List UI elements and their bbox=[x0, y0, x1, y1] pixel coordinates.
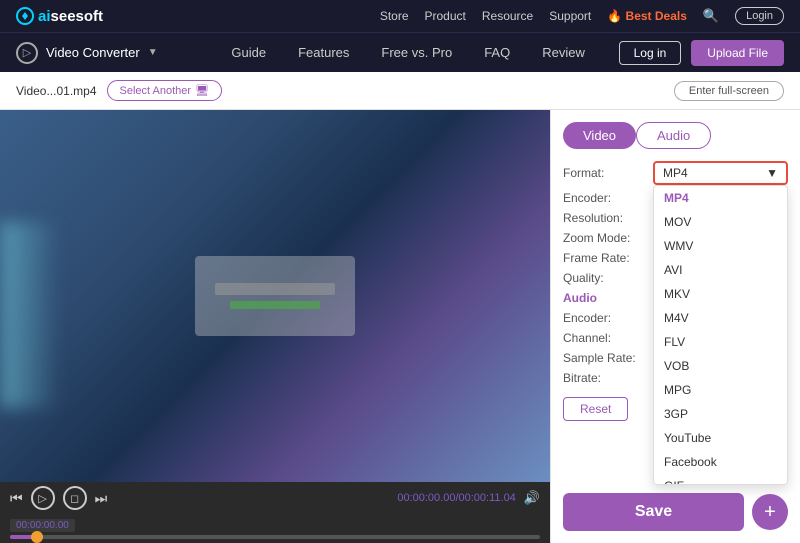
stop-button[interactable]: ◻ bbox=[63, 486, 87, 510]
format-value: MP4 bbox=[663, 166, 688, 180]
dropdown-item-avi[interactable]: AVI bbox=[654, 258, 787, 282]
channel-label: Channel: bbox=[563, 331, 653, 345]
logo-text: aiseesoft bbox=[38, 8, 103, 25]
dropdown-item-gif[interactable]: GIF bbox=[654, 474, 787, 485]
toolbar-row: Video...01.mp4 Select Another 🖥 Enter fu… bbox=[0, 72, 800, 110]
dropdown-arrow-icon: ▼ bbox=[766, 166, 778, 180]
dropdown-item-mov[interactable]: MOV bbox=[654, 210, 787, 234]
nav-store[interactable]: Store bbox=[380, 9, 409, 23]
time-label: 00:00:00.00 bbox=[10, 519, 75, 532]
dropdown-item-mpg[interactable]: MPG bbox=[654, 378, 787, 402]
nav-guide[interactable]: Guide bbox=[231, 45, 266, 60]
top-nav-links: Store Product Resource Support 🔥 Best De… bbox=[380, 7, 784, 25]
dropdown-item-facebook[interactable]: Facebook bbox=[654, 450, 787, 474]
settings-content: Format: MP4 ▼ MP4 MOV WMV AVI MKV M4V F bbox=[563, 161, 788, 493]
app-title: Video Converter bbox=[46, 45, 140, 60]
timeline-bar[interactable] bbox=[10, 535, 540, 539]
select-another-button[interactable]: Select Another 🖥 bbox=[107, 80, 223, 101]
play-button[interactable]: ▷ bbox=[31, 486, 55, 510]
save-row: Save + bbox=[563, 493, 788, 531]
dropdown-item-3gp[interactable]: 3GP bbox=[654, 402, 787, 426]
time-display: 00:00:00.00/00:00:11.04 bbox=[397, 492, 515, 504]
tab-audio[interactable]: Audio bbox=[636, 122, 711, 149]
timeline-handle[interactable] bbox=[31, 531, 43, 543]
secondary-navigation: ▷ Video Converter ▼ Guide Features Free … bbox=[0, 32, 800, 72]
format-row: Format: MP4 ▼ MP4 MOV WMV AVI MKV M4V F bbox=[563, 161, 788, 185]
dropdown-item-vob[interactable]: VOB bbox=[654, 354, 787, 378]
zoom-mode-label: Zoom Mode: bbox=[563, 231, 653, 245]
nav-best-deals[interactable]: 🔥 Best Deals bbox=[607, 9, 687, 23]
settings-tabs: Video Audio bbox=[563, 122, 788, 149]
frame-rate-label: Frame Rate: bbox=[563, 251, 653, 265]
save-plus-button[interactable]: + bbox=[752, 494, 788, 530]
format-dropdown-list[interactable]: MP4 MOV WMV AVI MKV M4V FLV VOB MPG 3GP … bbox=[653, 185, 788, 485]
preview-bar-2 bbox=[230, 301, 320, 309]
second-nav-right: Log in Upload File bbox=[619, 40, 784, 66]
nav-features[interactable]: Features bbox=[298, 45, 349, 60]
video-thumbnail bbox=[0, 110, 550, 482]
rewind-button[interactable]: ⏮ bbox=[10, 490, 23, 507]
timeline-row: 00:00:00.00 bbox=[0, 514, 550, 543]
format-select-wrapper: MP4 ▼ MP4 MOV WMV AVI MKV M4V FLV VOB MP… bbox=[653, 161, 788, 185]
nav-support[interactable]: Support bbox=[549, 9, 591, 23]
nav-review[interactable]: Review bbox=[542, 45, 585, 60]
video-area bbox=[0, 110, 550, 482]
sample-rate-label: Sample Rate: bbox=[563, 351, 653, 365]
dropdown-item-youtube[interactable]: YouTube bbox=[654, 426, 787, 450]
dropdown-item-mkv[interactable]: MKV bbox=[654, 282, 787, 306]
login-button[interactable]: Log in bbox=[619, 41, 682, 65]
dropdown-item-m4v[interactable]: M4V bbox=[654, 306, 787, 330]
video-controls: ⏮ ▷ ◻ ⏭ 00:00:00.00/00:00:11.04 🔊 bbox=[0, 482, 550, 514]
tab-video[interactable]: Video bbox=[563, 122, 636, 149]
dropdown-item-wmv[interactable]: WMV bbox=[654, 234, 787, 258]
video-blur-overlay bbox=[0, 110, 550, 482]
preview-bar-1 bbox=[215, 283, 335, 295]
controls-row: ⏮ ▷ ◻ ⏭ 00:00:00.00/00:00:11.04 🔊 bbox=[10, 486, 540, 510]
quality-label: Quality: bbox=[563, 271, 653, 285]
video-center-preview bbox=[195, 256, 355, 336]
logo: aiseesoft bbox=[16, 7, 103, 25]
logo-icon bbox=[16, 7, 34, 25]
search-icon[interactable]: 🔍 bbox=[703, 8, 719, 24]
format-select[interactable]: MP4 ▼ bbox=[653, 161, 788, 185]
top-navigation: aiseesoft Store Product Resource Support… bbox=[0, 0, 800, 32]
toolbar-left: Video...01.mp4 Select Another 🖥 bbox=[16, 80, 222, 101]
second-nav-links: Guide Features Free vs. Pro FAQ Review bbox=[198, 45, 619, 60]
app-title-area: ▷ Video Converter ▼ bbox=[16, 42, 158, 64]
enter-fullscreen-button[interactable]: Enter full-screen bbox=[674, 81, 784, 101]
format-label: Format: bbox=[563, 166, 653, 180]
nav-resource[interactable]: Resource bbox=[482, 9, 533, 23]
main-content: ⏮ ▷ ◻ ⏭ 00:00:00.00/00:00:11.04 🔊 00:00:… bbox=[0, 110, 800, 543]
upload-file-button[interactable]: Upload File bbox=[691, 40, 784, 66]
settings-panel: Video Audio Format: MP4 ▼ MP4 MOV WMV bbox=[550, 110, 800, 543]
dropdown-item-flv[interactable]: FLV bbox=[654, 330, 787, 354]
dropdown-item-mp4[interactable]: MP4 bbox=[654, 186, 787, 210]
nav-free-vs-pro[interactable]: Free vs. Pro bbox=[381, 45, 452, 60]
video-panel: ⏮ ▷ ◻ ⏭ 00:00:00.00/00:00:11.04 🔊 00:00:… bbox=[0, 110, 550, 543]
nav-faq[interactable]: FAQ bbox=[484, 45, 510, 60]
monitor-icon: 🖥 bbox=[195, 84, 209, 97]
reset-button[interactable]: Reset bbox=[563, 397, 628, 421]
encoder-label: Encoder: bbox=[563, 191, 653, 205]
app-icon: ▷ bbox=[16, 42, 38, 64]
bitrate-label: Bitrate: bbox=[563, 371, 653, 385]
volume-icon[interactable]: 🔊 bbox=[524, 490, 540, 506]
resolution-label: Resolution: bbox=[563, 211, 653, 225]
audio-encoder-label: Encoder: bbox=[563, 311, 653, 325]
fast-forward-button[interactable]: ⏭ bbox=[95, 490, 108, 507]
nav-product[interactable]: Product bbox=[425, 9, 466, 23]
nav-login[interactable]: Login bbox=[735, 7, 784, 25]
audio-section-label: Audio bbox=[563, 291, 653, 305]
file-name: Video...01.mp4 bbox=[16, 84, 97, 98]
chevron-down-icon: ▼ bbox=[148, 47, 158, 58]
save-button[interactable]: Save bbox=[563, 493, 744, 531]
